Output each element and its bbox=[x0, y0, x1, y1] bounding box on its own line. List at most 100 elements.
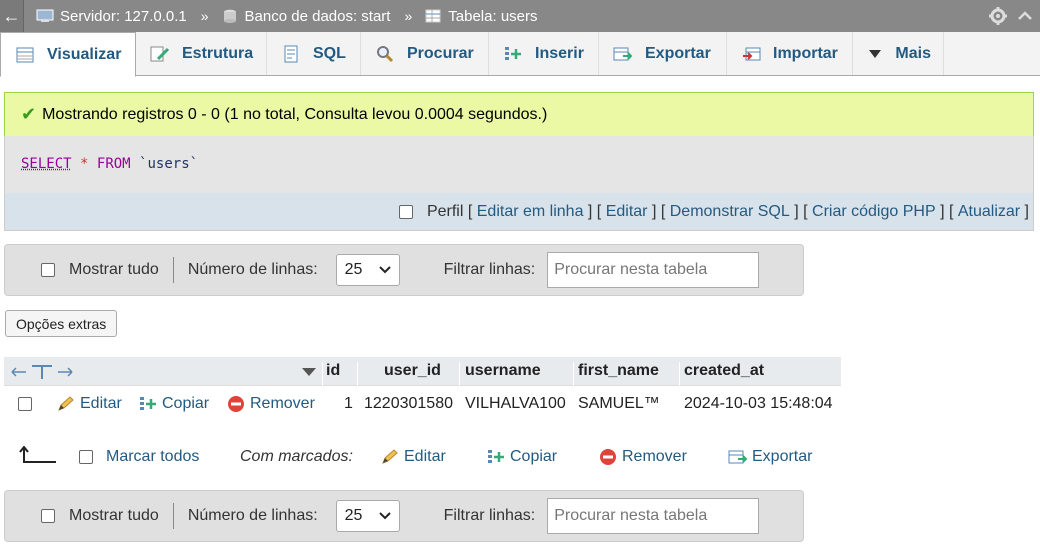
row-checkbox[interactable] bbox=[18, 397, 32, 411]
results-table-header: id user_id username first_name created_a… bbox=[4, 357, 841, 391]
bulk-export-label: Exportar bbox=[752, 448, 813, 465]
breadcrumb-separator: » bbox=[200, 8, 209, 24]
tab-visualizar[interactable]: Visualizar bbox=[0, 32, 136, 77]
bracket-close: ] bbox=[1020, 202, 1029, 220]
bulk-copy-action[interactable]: Copiar bbox=[486, 448, 557, 466]
show-all-toggle[interactable]: Mostrar tudo bbox=[41, 261, 159, 279]
export-icon bbox=[728, 450, 748, 464]
rows-count-value: 25 bbox=[344, 261, 363, 278]
navigation-bar-bottom: Mostrar tudo Número de linhas: 25 Filtra… bbox=[4, 490, 804, 542]
tab-label: Mais bbox=[895, 44, 931, 62]
tab-exportar[interactable]: Exportar bbox=[599, 32, 727, 75]
collapse-icon[interactable] bbox=[1016, 7, 1034, 25]
filter-rows-input[interactable] bbox=[547, 252, 760, 288]
cell-user-id: 1220301580 bbox=[364, 395, 453, 412]
database-icon bbox=[223, 9, 236, 23]
success-message-text: Mostrando registros 0 - 0 (1 no total, C… bbox=[42, 105, 548, 123]
copy-icon bbox=[488, 450, 504, 463]
bulk-copy-label: Copiar bbox=[510, 448, 558, 465]
query-tools: Perfil [ Editar em linha ] [ Editar ] [ … bbox=[4, 193, 1034, 231]
edit-query-link[interactable]: Editar bbox=[606, 203, 648, 221]
delete-icon bbox=[600, 449, 616, 465]
explain-sql-link[interactable]: Demonstrar SQL bbox=[670, 203, 790, 221]
tab-estrutura[interactable]: Estrutura bbox=[136, 32, 267, 75]
divider bbox=[172, 503, 174, 529]
tab-sql[interactable]: SQL bbox=[267, 32, 361, 75]
breadcrumb-database[interactable]: Banco de dados: start bbox=[221, 7, 391, 25]
breadcrumb-database-label: Banco de dados: start bbox=[244, 7, 391, 25]
success-message: ✔ Mostrando registros 0 - 0 (1 no total,… bbox=[4, 92, 1034, 136]
bracket-sep: ] [ bbox=[789, 202, 813, 220]
refresh-link[interactable]: Atualizar bbox=[958, 203, 1020, 221]
copy-icon bbox=[140, 397, 156, 410]
tab-bar: Visualizar Estrutura SQL Procurar Inseri… bbox=[0, 32, 1040, 77]
bracket-sep: ] [ bbox=[647, 202, 670, 220]
row-edit-action[interactable]: Editar bbox=[56, 395, 122, 413]
browse-icon bbox=[15, 46, 35, 64]
table-icon bbox=[425, 9, 441, 23]
row-copy-action[interactable]: Copiar bbox=[138, 395, 209, 413]
divider bbox=[172, 257, 174, 283]
pencil-icon bbox=[382, 449, 398, 464]
tab-label: SQL bbox=[313, 44, 346, 62]
column-header-created-at[interactable]: created_at bbox=[684, 362, 764, 380]
breadcrumb-table[interactable]: Tabela: users bbox=[424, 8, 538, 25]
sql-table-name: `users` bbox=[139, 156, 199, 172]
column-header-id[interactable]: id bbox=[326, 362, 340, 380]
pencil-icon bbox=[58, 396, 74, 411]
with-selected-label: Com marcados: bbox=[240, 448, 353, 465]
column-toggle-arrows-icon[interactable] bbox=[10, 364, 74, 380]
row-delete-action[interactable]: Remover bbox=[226, 395, 315, 413]
arrow-up-left-icon bbox=[19, 446, 56, 463]
create-php-link[interactable]: Criar código PHP bbox=[812, 203, 936, 221]
export-icon bbox=[613, 45, 633, 63]
insert-icon bbox=[503, 45, 523, 63]
tab-mais[interactable]: Mais bbox=[853, 32, 944, 75]
tab-label: Visualizar bbox=[47, 45, 122, 63]
structure-icon bbox=[150, 45, 170, 63]
rows-count-select[interactable]: 25 bbox=[335, 500, 400, 532]
column-header-first-name[interactable]: first_name bbox=[578, 362, 659, 380]
tab-label: Inserir bbox=[535, 44, 584, 62]
check-all-link[interactable]: Marcar todos bbox=[106, 448, 199, 466]
sort-caret-down-icon[interactable] bbox=[301, 367, 317, 377]
bracket-sep: ] [ bbox=[583, 202, 606, 220]
bulk-edit-action[interactable]: Editar bbox=[380, 448, 446, 466]
bulk-actions: Marcar todos Com marcados: Editar Copiar… bbox=[0, 440, 840, 476]
breadcrumb-server[interactable]: Servidor: 127.0.0.1 bbox=[36, 8, 187, 25]
show-all-checkbox[interactable] bbox=[41, 509, 55, 523]
column-header-username[interactable]: username bbox=[465, 362, 541, 380]
row-copy-label: Copiar bbox=[162, 395, 210, 412]
show-all-checkbox[interactable] bbox=[41, 263, 55, 277]
table-row: Editar Copiar Remover 1 1220301580 VILHA… bbox=[4, 387, 841, 421]
check-all-checkbox[interactable] bbox=[79, 450, 93, 464]
tab-importar[interactable]: Importar bbox=[727, 32, 853, 75]
sql-keyword-from: FROM bbox=[96, 156, 131, 172]
profile-checkbox[interactable] bbox=[398, 204, 413, 219]
edit-inline-link[interactable]: Editar em linha bbox=[477, 203, 584, 221]
tab-inserir[interactable]: Inserir bbox=[489, 32, 599, 75]
tab-procurar[interactable]: Procurar bbox=[361, 32, 489, 75]
filter-rows-label: Filtrar linhas: bbox=[443, 261, 536, 278]
cell-id: 1 bbox=[344, 395, 353, 412]
rows-count-label: Número de linhas: bbox=[187, 507, 318, 524]
show-all-toggle[interactable]: Mostrar tudo bbox=[41, 507, 159, 525]
gear-icon[interactable] bbox=[988, 6, 1008, 26]
profile-label: Perfil bbox=[426, 202, 464, 220]
show-all-label: Mostrar tudo bbox=[69, 507, 159, 524]
server-icon bbox=[36, 9, 54, 22]
sql-keyword-select[interactable]: SELECT bbox=[21, 156, 72, 172]
row-edit-label: Editar bbox=[80, 395, 122, 412]
back-arrow-icon[interactable]: ← bbox=[0, 0, 24, 32]
extra-options-button[interactable]: Opções extras bbox=[5, 310, 118, 337]
rows-count-select[interactable]: 25 bbox=[335, 254, 400, 286]
breadcrumb-bar: ← Servidor: 127.0.0.1 » Banco de dados: … bbox=[0, 0, 1040, 32]
bulk-delete-action[interactable]: Remover bbox=[598, 448, 687, 466]
filter-rows-input[interactable] bbox=[547, 498, 760, 534]
column-header-user-id[interactable]: user_id bbox=[384, 362, 441, 380]
breadcrumb-server-label: Servidor: 127.0.0.1 bbox=[60, 7, 187, 25]
checkmark-icon: ✔ bbox=[21, 104, 37, 124]
tab-label: Importar bbox=[773, 44, 838, 62]
bulk-export-action[interactable]: Exportar bbox=[728, 448, 812, 466]
delete-icon bbox=[228, 396, 244, 412]
